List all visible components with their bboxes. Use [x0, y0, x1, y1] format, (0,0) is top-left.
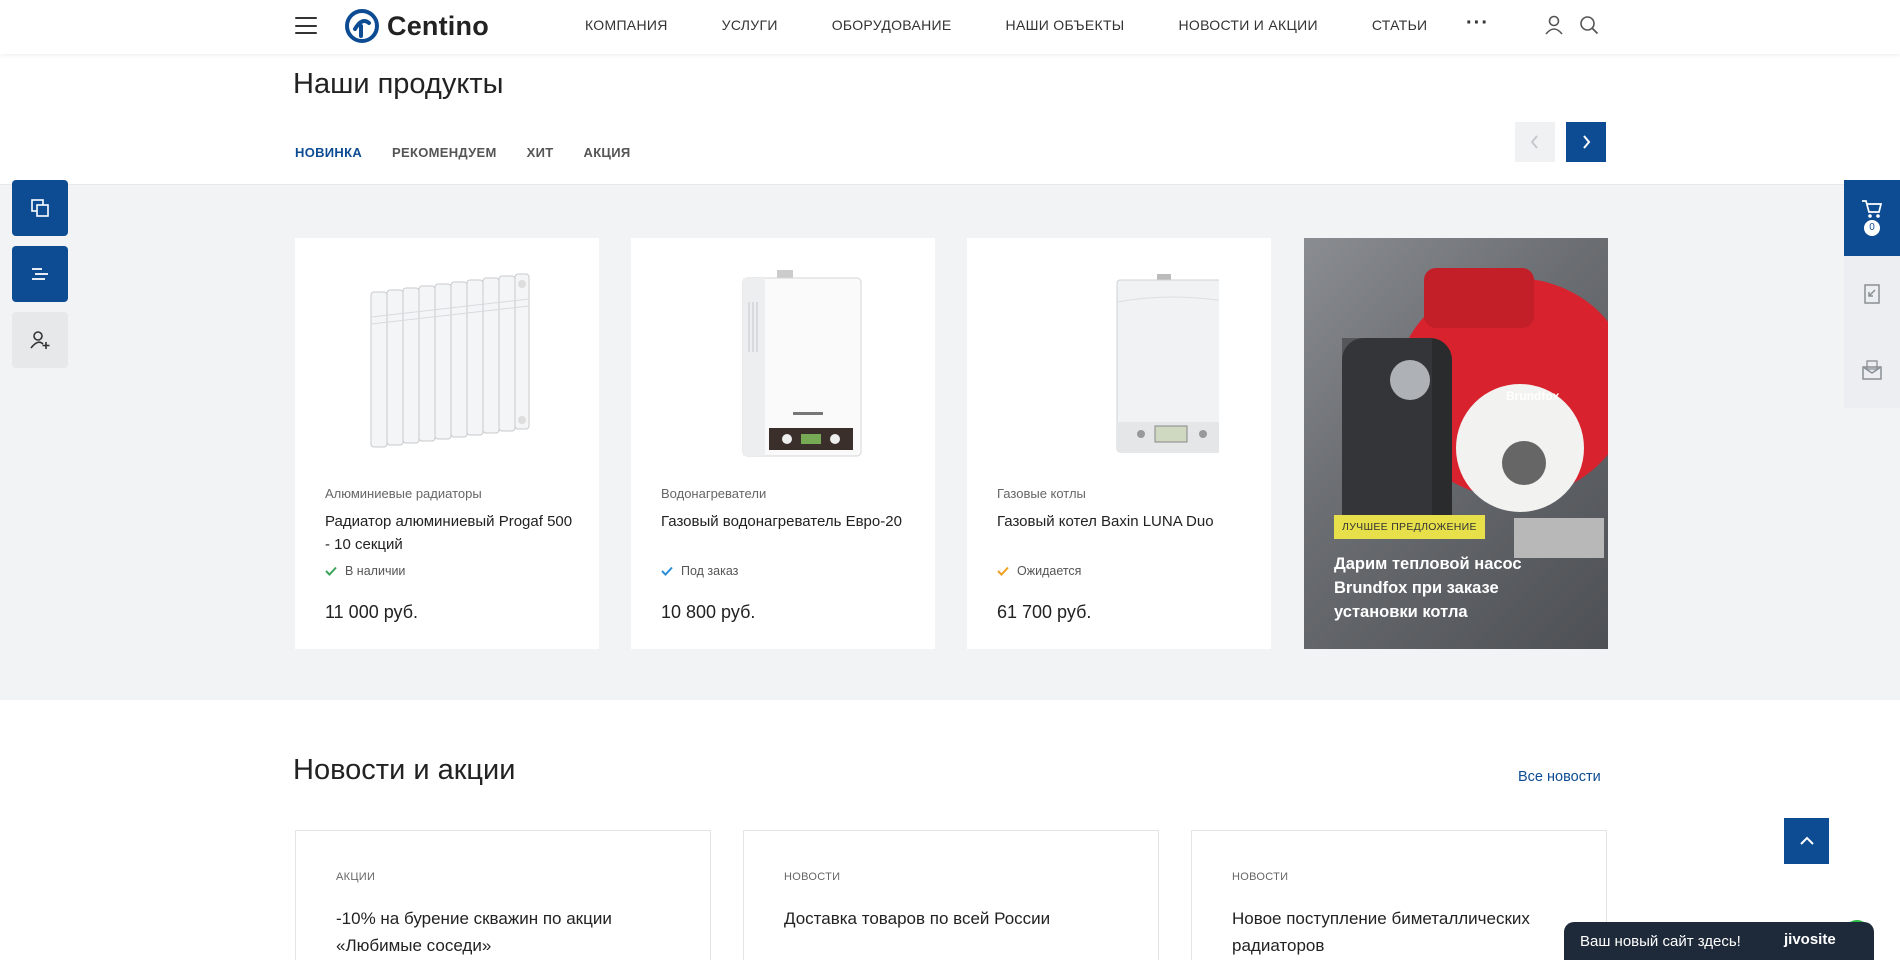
- product-tabs: НОВИНКА РЕКОМЕНДУЕМ ХИТ АКЦИЯ: [295, 145, 661, 186]
- chevron-up-icon: [1799, 836, 1814, 845]
- check-icon: [661, 566, 673, 576]
- gas-boiler-image: [1116, 274, 1219, 453]
- promo-banner[interactable]: Brundfox ЛУЧШЕЕ ПРЕДЛОЖЕНИЕ Дарим теплов…: [1304, 238, 1608, 649]
- copy-icon: [31, 199, 49, 217]
- nav-equipment[interactable]: ОБОРУДОВАНИЕ: [832, 17, 952, 33]
- nav-articles[interactable]: СТАТЬИ: [1372, 17, 1428, 33]
- tab-new[interactable]: НОВИНКА: [295, 145, 363, 186]
- product-name[interactable]: Радиатор алюминиевый Progaf 500 - 10 сек…: [325, 510, 575, 556]
- nav-objects[interactable]: НАШИ ОБЪЕКТЫ: [1006, 17, 1125, 33]
- nav-services[interactable]: УСЛУГИ: [722, 17, 778, 33]
- availability-status: Ожидается: [997, 564, 1081, 578]
- news-category: НОВОСТИ: [784, 871, 841, 883]
- availability-text: В наличии: [345, 564, 406, 578]
- carousel-prev-button[interactable]: [1515, 122, 1555, 162]
- product-name[interactable]: Газовый водонагреватель Евро-20: [661, 510, 911, 533]
- availability-text: Ожидается: [1017, 564, 1082, 578]
- best-offer-badge: ЛУЧШЕЕ ПРЕДЛОЖЕНИЕ: [1334, 515, 1485, 539]
- availability-status: Под заказ: [661, 564, 738, 578]
- product-card[interactable]: Водонагреватели Газовый водонагреватель …: [631, 238, 935, 649]
- compare-side-button[interactable]: [1844, 256, 1900, 332]
- compare-icon: [1864, 284, 1880, 304]
- logo-icon: [345, 9, 379, 43]
- list-icon: [32, 268, 48, 280]
- product-price: 10 800 руб.: [661, 602, 756, 622]
- news-title: Новости и акции: [293, 754, 516, 786]
- product-image: [295, 262, 599, 462]
- cart-count-badge: 0: [1864, 220, 1880, 236]
- availability-text: Под заказ: [681, 564, 739, 578]
- tab-sale[interactable]: АКЦИЯ: [584, 145, 631, 186]
- site-header: Centino КОМПАНИЯ УСЛУГИ ОБОРУДОВАНИЕ НАШ…: [0, 0, 1900, 54]
- news-category: АКЦИИ: [336, 871, 376, 883]
- right-panel: 0: [1844, 180, 1900, 408]
- product-category: Алюминиевые радиаторы: [325, 486, 482, 501]
- product-category: Газовые котлы: [997, 486, 1086, 501]
- main-nav: КОМПАНИЯ УСЛУГИ ОБОРУДОВАНИЕ НАШИ ОБЪЕКТ…: [585, 0, 1481, 50]
- product-image: [631, 262, 935, 462]
- logo[interactable]: Centino: [345, 8, 489, 44]
- news-card[interactable]: АКЦИИ -10% на бурение скважин по акции «…: [295, 830, 711, 960]
- compare-button[interactable]: [12, 180, 68, 236]
- news-category: НОВОСТИ: [1232, 871, 1289, 883]
- chat-brand: jivosite: [1784, 931, 1836, 948]
- cart-icon: [1862, 200, 1883, 218]
- mail-icon: [1862, 360, 1882, 380]
- all-news-link[interactable]: Все новости: [1518, 769, 1601, 785]
- tab-hit[interactable]: ХИТ: [527, 145, 554, 186]
- pump-brand: Brundfox: [1506, 389, 1560, 403]
- cart-button[interactable]: 0: [1844, 180, 1900, 256]
- nav-company[interactable]: КОМПАНИЯ: [585, 17, 668, 33]
- chat-text: Ваш новый сайт здесь!: [1580, 932, 1741, 950]
- product-card[interactable]: Алюминиевые радиаторы Радиатор алюминиев…: [295, 238, 599, 649]
- news-card[interactable]: НОВОСТИ Новое поступление биметаллически…: [1191, 830, 1607, 960]
- water-heater-image: [742, 270, 862, 457]
- tabs-divider: [0, 184, 1900, 185]
- chevron-left-icon: [1530, 135, 1538, 149]
- search-icon[interactable]: [1578, 14, 1600, 36]
- add-user-icon: [30, 331, 50, 349]
- menu-burger-icon[interactable]: [295, 17, 317, 34]
- feedback-button[interactable]: [1844, 332, 1900, 408]
- availability-status: В наличии: [325, 564, 405, 578]
- product-card[interactable]: Газовые котлы Газовый котел Baxin LUNA D…: [967, 238, 1271, 649]
- carousel-next-button[interactable]: [1566, 122, 1606, 162]
- user-icon[interactable]: [1543, 14, 1565, 36]
- check-icon: [997, 566, 1009, 576]
- nav-news[interactable]: НОВОСТИ И АКЦИИ: [1179, 17, 1318, 33]
- chevron-right-icon: [1583, 135, 1591, 149]
- chat-widget[interactable]: Ваш новый сайт здесь! jivosite: [1564, 922, 1874, 960]
- scroll-to-top-button[interactable]: [1784, 818, 1829, 864]
- product-price: 11 000 руб.: [325, 602, 419, 622]
- product-category: Водонагреватели: [661, 486, 767, 501]
- promo-text[interactable]: Дарим тепловой насос Brundfox при заказе…: [1334, 552, 1584, 624]
- products-background: [0, 185, 1900, 700]
- radiator-image: [370, 273, 530, 448]
- products-title: Наши продукты: [293, 68, 504, 100]
- check-icon: [325, 566, 337, 576]
- catalog-list-button[interactable]: [12, 246, 68, 302]
- product-price: 61 700 руб.: [997, 602, 1092, 622]
- news-card[interactable]: НОВОСТИ Доставка товаров по всей России: [743, 830, 1159, 960]
- news-title-text[interactable]: Доставка товаров по всей России: [784, 905, 1124, 932]
- logo-text: Centino: [387, 10, 489, 41]
- product-name[interactable]: Газовый котел Baxin LUNA Duo: [997, 510, 1247, 533]
- register-button[interactable]: [12, 312, 68, 368]
- more-menu-icon[interactable]: ···: [1466, 13, 1489, 33]
- news-title-text[interactable]: Новое поступление биметаллических радиат…: [1232, 905, 1572, 959]
- news-title-text[interactable]: -10% на бурение скважин по акции «Любимы…: [336, 905, 676, 959]
- tab-recommended[interactable]: РЕКОМЕНДУЕМ: [392, 145, 497, 186]
- product-image: [967, 262, 1271, 462]
